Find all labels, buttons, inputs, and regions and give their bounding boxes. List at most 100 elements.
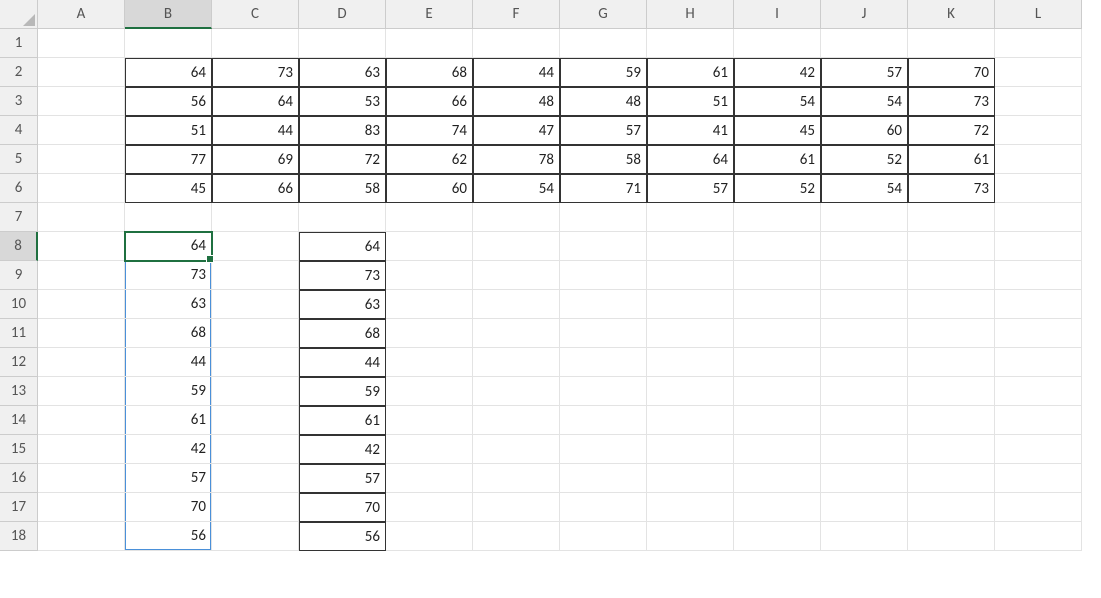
cell-C5[interactable]: 69 [212,145,299,174]
cell-B6[interactable]: 45 [125,174,212,203]
row-header-15[interactable]: 15 [0,435,38,464]
cell-A17[interactable] [38,493,125,522]
row-header-10[interactable]: 10 [0,290,38,319]
cell-E13[interactable] [386,377,473,406]
cell-A10[interactable] [38,290,125,319]
cell-K16[interactable] [908,464,995,493]
cell-I12[interactable] [734,348,821,377]
cell-A6[interactable] [38,174,125,203]
cell-L10[interactable] [995,290,1082,319]
cell-J7[interactable] [821,203,908,232]
cell-H12[interactable] [647,348,734,377]
row-header-7[interactable]: 7 [0,203,38,232]
row-header-16[interactable]: 16 [0,464,38,493]
row-header-12[interactable]: 12 [0,348,38,377]
cell-D16[interactable]: 57 [299,464,386,493]
cell-I3[interactable]: 54 [734,87,821,116]
col-header-C[interactable]: C [212,0,299,29]
cell-I16[interactable] [734,464,821,493]
cell-H15[interactable] [647,435,734,464]
col-header-I[interactable]: I [734,0,821,29]
cell-C16[interactable] [212,464,299,493]
cell-H8[interactable] [647,232,734,261]
cell-D1[interactable] [299,29,386,58]
row-header-2[interactable]: 2 [0,58,38,87]
cell-C2[interactable]: 73 [212,58,299,87]
cell-K9[interactable] [908,261,995,290]
cell-J6[interactable]: 54 [821,174,908,203]
select-all-corner[interactable] [0,0,38,29]
cell-C18[interactable] [212,522,299,551]
cell-F18[interactable] [473,522,560,551]
cell-L15[interactable] [995,435,1082,464]
cell-I5[interactable]: 61 [734,145,821,174]
cell-E5[interactable]: 62 [386,145,473,174]
cell-C9[interactable] [212,261,299,290]
cell-H1[interactable] [647,29,734,58]
cell-K11[interactable] [908,319,995,348]
row-header-18[interactable]: 18 [0,522,38,551]
cell-B11[interactable]: 68 [125,319,212,348]
row-header-11[interactable]: 11 [0,319,38,348]
cell-A8[interactable] [38,232,125,261]
cell-L13[interactable] [995,377,1082,406]
cell-F2[interactable]: 44 [473,58,560,87]
cell-E3[interactable]: 66 [386,87,473,116]
cell-D15[interactable]: 42 [299,435,386,464]
cell-D4[interactable]: 83 [299,116,386,145]
cell-F1[interactable] [473,29,560,58]
col-header-K[interactable]: K [908,0,995,29]
cell-L12[interactable] [995,348,1082,377]
cell-G13[interactable] [560,377,647,406]
cell-D18[interactable]: 56 [299,522,386,551]
cell-K18[interactable] [908,522,995,551]
cell-A18[interactable] [38,522,125,551]
cell-E6[interactable]: 60 [386,174,473,203]
cell-L11[interactable] [995,319,1082,348]
cell-G3[interactable]: 48 [560,87,647,116]
cell-D3[interactable]: 53 [299,87,386,116]
cell-H13[interactable] [647,377,734,406]
cell-I8[interactable] [734,232,821,261]
cell-B2[interactable]: 64 [125,58,212,87]
cell-J4[interactable]: 60 [821,116,908,145]
row-header-3[interactable]: 3 [0,87,38,116]
cell-J18[interactable] [821,522,908,551]
cell-K4[interactable]: 72 [908,116,995,145]
cell-J8[interactable] [821,232,908,261]
cell-I10[interactable] [734,290,821,319]
cell-D12[interactable]: 44 [299,348,386,377]
cell-C15[interactable] [212,435,299,464]
cell-K3[interactable]: 73 [908,87,995,116]
cell-D2[interactable]: 63 [299,58,386,87]
cell-I11[interactable] [734,319,821,348]
cell-G16[interactable] [560,464,647,493]
cell-A7[interactable] [38,203,125,232]
cell-D10[interactable]: 63 [299,290,386,319]
cell-I18[interactable] [734,522,821,551]
cell-K12[interactable] [908,348,995,377]
cell-F15[interactable] [473,435,560,464]
cell-J1[interactable] [821,29,908,58]
cell-E10[interactable] [386,290,473,319]
cell-A9[interactable] [38,261,125,290]
cell-F7[interactable] [473,203,560,232]
cell-L2[interactable] [995,58,1082,87]
row-header-5[interactable]: 5 [0,145,38,174]
cell-D5[interactable]: 72 [299,145,386,174]
cell-G7[interactable] [560,203,647,232]
cell-C7[interactable] [212,203,299,232]
cell-A3[interactable] [38,87,125,116]
col-header-B[interactable]: B [125,0,212,29]
cell-H4[interactable]: 41 [647,116,734,145]
cell-C10[interactable] [212,290,299,319]
cell-H3[interactable]: 51 [647,87,734,116]
cell-B18[interactable]: 56 [125,522,212,551]
cell-A5[interactable] [38,145,125,174]
row-header-6[interactable]: 6 [0,174,38,203]
cell-I7[interactable] [734,203,821,232]
cell-A4[interactable] [38,116,125,145]
cell-J12[interactable] [821,348,908,377]
cell-C6[interactable]: 66 [212,174,299,203]
cell-H16[interactable] [647,464,734,493]
